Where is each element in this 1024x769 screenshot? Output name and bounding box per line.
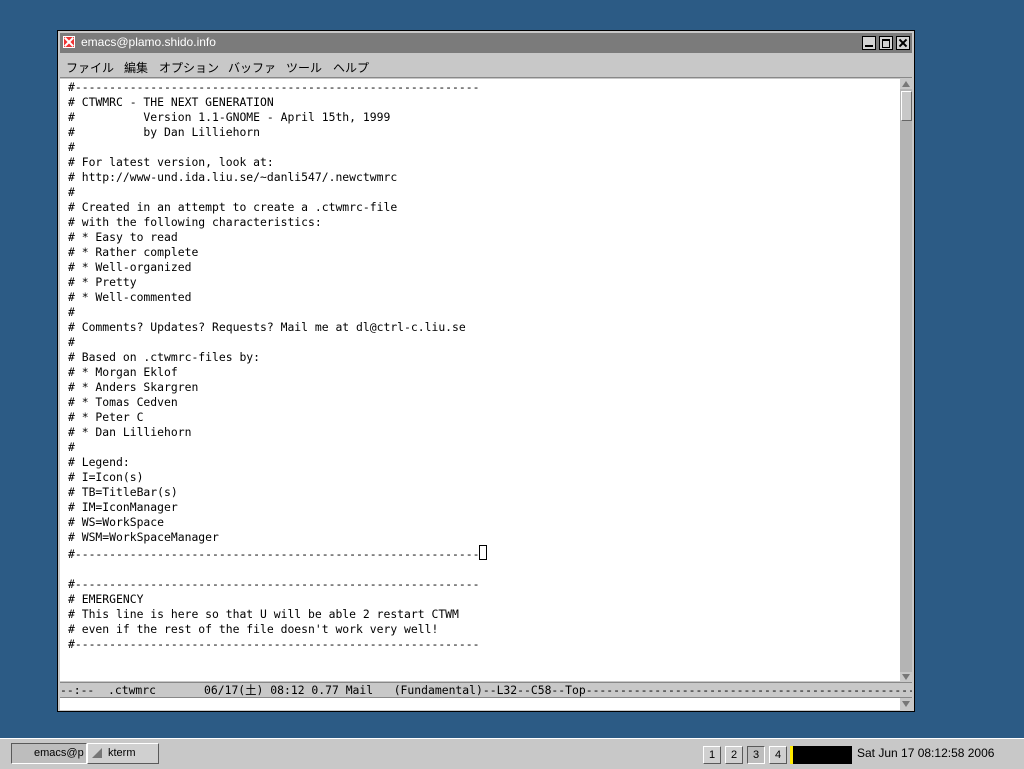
taskbar: emacs@p kterm 1 2 3 4 Sat Jun 17 08:12:5… [0, 738, 1024, 769]
buffer-line: #---------------------------------------… [68, 80, 480, 94]
buffer-line: # * Tomas Cedven [68, 395, 178, 409]
buffer-line: # * Easy to read [68, 230, 178, 244]
pager-preview[interactable] [796, 746, 852, 764]
buffer-line: # IM=IconManager [68, 500, 178, 514]
buffer-line: # This line is here so that U will be ab… [68, 607, 459, 621]
menubar: ファイル 編集 オプション バッファ ツール ヘルプ [60, 55, 912, 78]
emacs-window: emacs@plamo.shido.info ファイル 編集 オプション バッフ… [57, 30, 915, 712]
buffer-line: # Legend: [68, 455, 130, 469]
buffer-line: # Based on .ctwmrc-files by: [68, 350, 261, 364]
task-emacs[interactable]: emacs@p [11, 743, 87, 764]
emacs-app-icon[interactable] [63, 36, 75, 48]
task-emacs-label: emacs@p [34, 747, 84, 759]
menu-options[interactable]: オプション [159, 59, 219, 76]
buffer-line: # EMERGENCY [68, 592, 144, 606]
scroll-thumb[interactable] [901, 91, 912, 121]
buffer-line: # * Pretty [68, 275, 137, 289]
minimize-button[interactable] [862, 36, 876, 50]
workspace-4[interactable]: 4 [769, 746, 787, 764]
minibuffer-scroll-arrow-icon[interactable] [900, 698, 912, 710]
buffer-line: # [68, 185, 75, 199]
buffer-line: # [68, 335, 75, 349]
buffer-line: # http://www-und.ida.liu.se/~danli547/.n… [68, 170, 398, 184]
buffer-line: # even if the rest of the file doesn't w… [68, 622, 439, 636]
kterm-icon [92, 748, 102, 758]
workspace-2[interactable]: 2 [725, 746, 743, 764]
modeline: --:-- .ctwmrc 06/17(土) 08:12 0.77 Mail (… [60, 682, 912, 698]
menu-edit[interactable]: 編集 [124, 59, 148, 76]
titlebar[interactable]: emacs@plamo.shido.info [60, 33, 912, 53]
buffer-line: # WS=WorkSpace [68, 515, 165, 529]
buffer-line: #---------------------------------------… [68, 637, 480, 651]
text-buffer[interactable]: #---------------------------------------… [60, 79, 900, 681]
workspace-1[interactable]: 1 [703, 746, 721, 764]
workspace-3[interactable]: 3 [747, 746, 765, 764]
menu-tools[interactable]: ツール [286, 59, 322, 76]
vertical-scrollbar[interactable] [900, 79, 912, 682]
menu-file[interactable]: ファイル [66, 59, 114, 76]
menu-buffers[interactable]: バッファ [228, 59, 276, 76]
scroll-down-arrow-icon[interactable] [900, 672, 912, 682]
buffer-line: #---------------------------------------… [68, 547, 480, 561]
buffer-line: # * Anders Skargren [68, 380, 199, 394]
close-button[interactable] [896, 36, 910, 50]
text-cursor [479, 545, 488, 560]
buffer-line: # by Dan Lilliehorn [68, 125, 261, 139]
buffer-line: #---------------------------------------… [68, 577, 480, 591]
buffer-line: # TB=TitleBar(s) [68, 485, 178, 499]
buffer-text: #---------------------------------------… [68, 80, 488, 681]
clock: Sat Jun 17 08:12:58 2006 [857, 746, 995, 760]
window-title: emacs@plamo.shido.info [81, 35, 216, 49]
buffer-line: # CTWMRC - THE NEXT GENERATION [68, 95, 274, 109]
buffer-line: # For latest version, look at: [68, 155, 274, 169]
buffer-line: # * Well-organized [68, 260, 192, 274]
buffer-line: # WSM=WorkSpaceManager [68, 530, 219, 544]
minibuffer[interactable] [60, 698, 900, 710]
buffer-line: # with the following characteristics: [68, 215, 322, 229]
buffer-line: # [68, 140, 75, 154]
buffer-line: # [68, 305, 75, 319]
buffer-line: # Created in an attempt to create a .ctw… [68, 200, 398, 214]
scroll-up-arrow-icon[interactable] [900, 79, 912, 89]
buffer-line: # * Morgan Eklof [68, 365, 178, 379]
buffer-line: # I=Icon(s) [68, 470, 144, 484]
buffer-line: # * Rather complete [68, 245, 199, 259]
buffer-line: # Comments? Updates? Requests? Mail me a… [68, 320, 466, 334]
buffer-line: # [68, 440, 75, 454]
task-kterm-label: kterm [108, 747, 136, 759]
buffer-line: # Version 1.1-GNOME - April 15th, 1999 [68, 110, 391, 124]
menu-help[interactable]: ヘルプ [333, 59, 369, 76]
buffer-line: # * Well-commented [68, 290, 192, 304]
task-kterm[interactable]: kterm [87, 743, 159, 764]
buffer-line: # * Dan Lilliehorn [68, 425, 192, 439]
maximize-button[interactable] [879, 36, 893, 50]
buffer-line: # * Peter C [68, 410, 144, 424]
